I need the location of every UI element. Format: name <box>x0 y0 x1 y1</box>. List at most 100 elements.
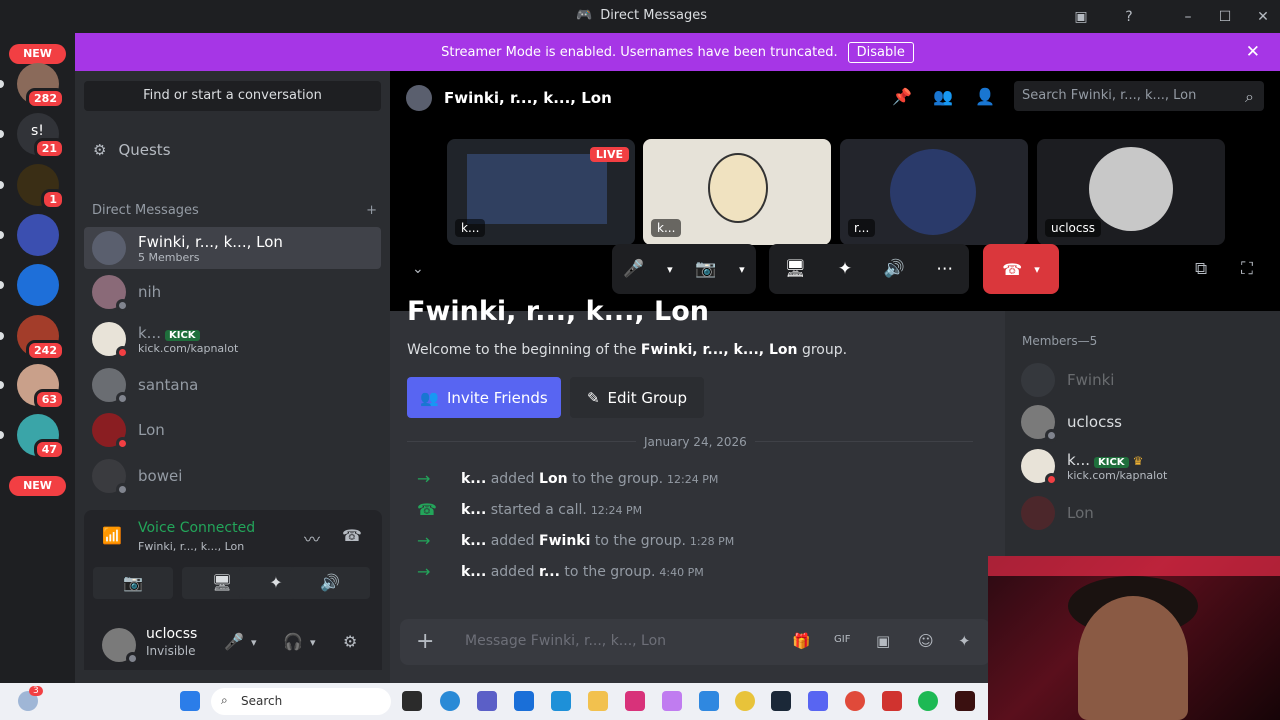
outlook-icon[interactable] <box>551 691 571 711</box>
quests-icon: ⚙ <box>93 141 107 159</box>
member-item[interactable]: Fwinki <box>1021 363 1114 397</box>
discord-taskbar-icon[interactable] <box>808 691 828 711</box>
sticker-icon[interactable]: ▣ <box>876 632 890 650</box>
task-view-icon[interactable] <box>402 691 422 711</box>
gif-icon[interactable]: GIF <box>834 634 850 645</box>
teams-icon[interactable] <box>477 691 497 711</box>
apps-icon[interactable]: ✦ <box>958 632 971 650</box>
chrome-icon[interactable] <box>735 691 755 711</box>
create-dm-button[interactable]: + <box>366 203 377 218</box>
status-indicator <box>1045 429 1058 442</box>
microphone-icon[interactable]: 🎤 <box>623 259 644 279</box>
dm-item[interactable]: Lon <box>84 409 381 451</box>
app-icon[interactable] <box>882 691 902 711</box>
fullscreen-icon[interactable]: ⛶ <box>1241 259 1253 279</box>
more-options-icon[interactable]: ⋯ <box>936 259 953 279</box>
dm-item[interactable]: Fwinki, r..., k..., Lon 5 Members <box>84 227 381 269</box>
edge-icon[interactable] <box>440 691 460 711</box>
spotify-icon[interactable] <box>918 691 938 711</box>
headphones-icon[interactable]: 🎧 <box>283 632 303 651</box>
search-input[interactable]: Search Fwinki, r..., k..., Lon <box>1014 81 1264 111</box>
store-icon[interactable] <box>514 691 534 711</box>
instagram-icon[interactable] <box>625 691 645 711</box>
welcome-title: Fwinki, r..., k..., Lon <box>407 296 709 327</box>
message-actor[interactable]: k... <box>461 564 486 580</box>
chevron-down-icon[interactable]: ▾ <box>667 263 673 276</box>
server-icon[interactable]: 242 <box>17 315 65 361</box>
inbox-icon[interactable]: ▣ <box>1070 6 1092 28</box>
server-icon[interactable]: 1 <box>17 164 65 210</box>
disconnect-icon[interactable]: ☎ <box>342 526 362 545</box>
emoji-icon[interactable]: ☺ <box>918 632 934 650</box>
member-list-icon[interactable]: 👤 <box>975 87 995 106</box>
chevron-down-icon[interactable]: ▾ <box>1034 263 1040 276</box>
help-icon[interactable]: ? <box>1118 6 1140 28</box>
find-conversation-button[interactable]: Find or start a conversation <box>84 81 381 111</box>
member-item[interactable]: Lon <box>1021 496 1094 530</box>
message-target[interactable]: r... <box>539 564 560 580</box>
activities-icon[interactable]: ✦ <box>838 259 852 279</box>
soundboard-icon[interactable]: 🔊 <box>884 259 905 279</box>
vpn-icon[interactable] <box>699 691 719 711</box>
participant-tile[interactable]: r... <box>840 139 1028 245</box>
edit-group-button[interactable]: ✎ Edit Group <box>570 377 704 418</box>
chevron-down-icon[interactable]: ▾ <box>310 636 316 649</box>
steam-icon[interactable] <box>771 691 791 711</box>
collapse-chevron-icon[interactable]: ⌄ <box>412 261 424 277</box>
message-input[interactable]: Message Fwinki, r..., k..., Lon <box>465 633 666 649</box>
message-actor[interactable]: k... <box>461 471 486 487</box>
participant-tile[interactable]: k... <box>643 139 831 245</box>
server-icon[interactable] <box>17 264 59 306</box>
gear-icon[interactable]: ⚙ <box>343 632 357 651</box>
dm-item[interactable]: nih <box>84 271 381 313</box>
message-actor[interactable]: k... <box>461 533 486 549</box>
app-icon[interactable] <box>955 691 975 711</box>
camera-off-icon[interactable]: 📷 <box>695 259 716 279</box>
status-indicator <box>116 346 129 359</box>
server-icon[interactable]: s! 21 <box>17 113 65 159</box>
chrome-profile-icon[interactable] <box>845 691 865 711</box>
noise-suppression-icon[interactable]: 〰 <box>304 526 320 550</box>
taskbar-search[interactable]: Search <box>211 688 391 715</box>
avatar[interactable] <box>102 628 139 665</box>
quests-nav-item[interactable]: ⚙ Quests <box>93 141 171 159</box>
maximize-button[interactable]: ☐ <box>1214 6 1236 28</box>
copilot-icon[interactable] <box>662 691 682 711</box>
start-icon[interactable] <box>180 691 200 711</box>
add-member-icon[interactable]: 👥 <box>933 87 953 106</box>
chevron-down-icon[interactable]: ▾ <box>251 636 257 649</box>
hang-up-button[interactable]: ☎ ▾ <box>983 244 1059 294</box>
message-target[interactable]: Fwinki <box>539 533 590 549</box>
dm-item[interactable]: santana <box>84 364 381 406</box>
server-icon[interactable] <box>17 214 59 256</box>
minimize-button[interactable]: – <box>1177 6 1199 28</box>
voice-status: Voice Connected <box>138 520 256 536</box>
server-icon[interactable]: 282 <box>17 63 65 109</box>
pin-icon[interactable]: 📌 <box>892 87 912 106</box>
camera-toggle-button[interactable]: 📷 <box>93 567 173 599</box>
microphone-icon[interactable]: 🎤 <box>224 632 244 651</box>
server-icon[interactable]: 47 <box>17 414 65 460</box>
share-screen-icon[interactable]: 🖥 <box>785 259 807 279</box>
member-item[interactable]: k... KICK ♛ kick.com/kapnalot <box>1021 449 1167 486</box>
file-explorer-icon[interactable] <box>588 691 608 711</box>
participant-tile[interactable]: uclocss <box>1037 139 1225 245</box>
upload-plus-icon[interactable]: + <box>416 629 434 654</box>
invite-friends-button[interactable]: 👥 Invite Friends <box>407 377 561 418</box>
soundboard-button[interactable]: 🔊 <box>290 567 370 599</box>
dm-item[interactable]: k... KICK kick.com/kapnalot <box>84 318 381 360</box>
close-banner-icon[interactable]: ✕ <box>1246 42 1260 62</box>
pop-out-icon[interactable]: ⧉ <box>1195 259 1207 279</box>
chevron-down-icon[interactable]: ▾ <box>739 263 745 276</box>
voice-channel[interactable]: Fwinki, r..., k..., Lon <box>138 540 244 553</box>
message-target[interactable]: Lon <box>539 471 568 487</box>
server-icon[interactable]: 63 <box>17 364 65 410</box>
gift-icon[interactable]: 🎁 <box>792 632 811 650</box>
member-item[interactable]: uclocss <box>1021 405 1122 442</box>
dm-item[interactable]: bowei <box>84 455 381 497</box>
message-actor[interactable]: k... <box>461 502 486 518</box>
new-badge: NEW <box>9 44 66 64</box>
stream-tile[interactable]: LIVE k... <box>447 139 635 245</box>
disable-streamer-mode-button[interactable]: Disable <box>847 41 914 63</box>
close-window-button[interactable]: ✕ <box>1252 6 1274 28</box>
